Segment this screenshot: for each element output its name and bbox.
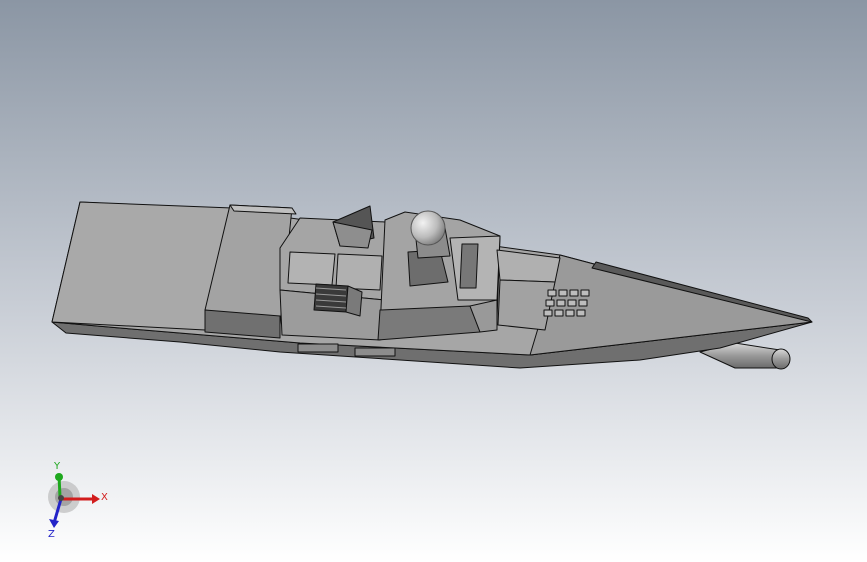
x-arrow [92, 494, 100, 504]
deck-well-2 [335, 253, 383, 291]
orientation-triad: Y X Z [48, 461, 108, 540]
mast-slot [459, 243, 479, 289]
y-axis-label: Y [53, 461, 61, 472]
z-axis-label: Z [48, 529, 55, 540]
3d-viewport[interactable] [0, 0, 867, 562]
x-axis-label: X [101, 492, 108, 503]
hull-hatch-2 [354, 347, 396, 357]
deck-well [287, 251, 336, 286]
radar-dome [410, 210, 446, 246]
hull-hatch-1 [297, 343, 339, 353]
z-arrow [49, 519, 59, 528]
